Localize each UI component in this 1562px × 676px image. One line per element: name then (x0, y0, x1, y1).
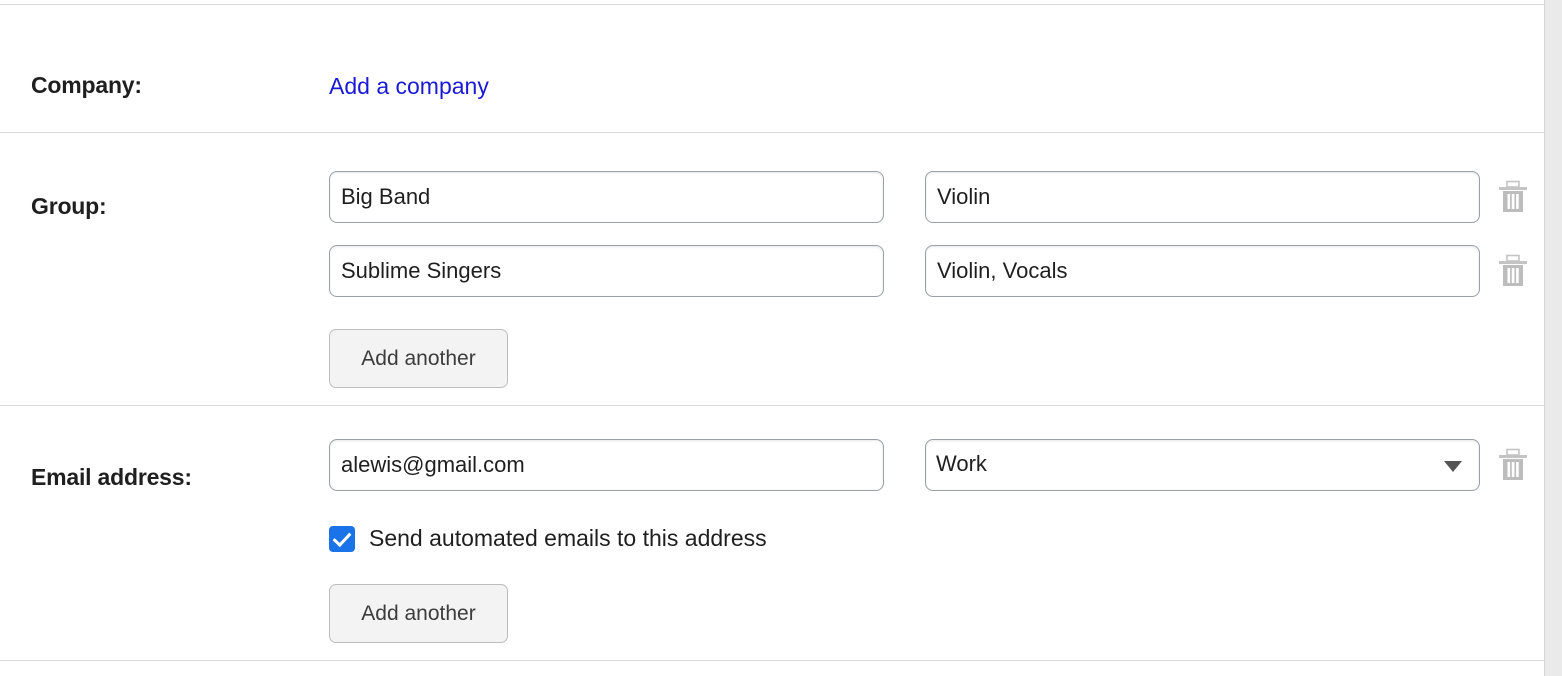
vertical-scrollbar[interactable] (1544, 0, 1562, 676)
automated-emails-checkbox-row[interactable]: Send automated emails to this address (329, 525, 767, 552)
add-a-company-link[interactable]: Add a company (329, 73, 489, 100)
trash-icon[interactable] (1498, 254, 1528, 288)
email-type-select[interactable]: Work (925, 439, 1480, 491)
group-role-input-2[interactable] (925, 245, 1480, 297)
company-row: Company: Add a company (0, 5, 1544, 132)
chevron-down-icon[interactable] (1444, 461, 1462, 472)
group-row: Group: Big Band Violin Sublime Singers V… (0, 133, 1544, 405)
email-address-label: Email address: (31, 464, 192, 490)
contact-details-form: Company: Add a company Group: Big Band V… (0, 0, 1562, 676)
group-name-input-2[interactable] (329, 245, 884, 297)
email-type-select-value: Work (936, 451, 987, 476)
automated-emails-checkbox-label[interactable]: Send automated emails to this address (369, 525, 767, 552)
group-name-input-1[interactable] (329, 171, 884, 223)
trash-icon[interactable] (1498, 180, 1528, 214)
trash-icon[interactable] (1498, 448, 1528, 482)
email-add-another-button[interactable]: Add another (329, 584, 508, 643)
group-role-input-1[interactable] (925, 171, 1480, 223)
email-row: Email address: Work Send au (0, 406, 1544, 660)
form-content: Company: Add a company Group: Big Band V… (0, 0, 1544, 676)
company-label: Company: (31, 72, 142, 98)
email-address-input[interactable] (329, 439, 884, 491)
automated-emails-checkbox[interactable] (329, 525, 355, 552)
group-add-another-button[interactable]: Add another (329, 329, 508, 388)
group-label: Group: (31, 193, 107, 219)
email-type-select-box[interactable] (925, 439, 1480, 491)
divider-bottom (0, 660, 1544, 661)
